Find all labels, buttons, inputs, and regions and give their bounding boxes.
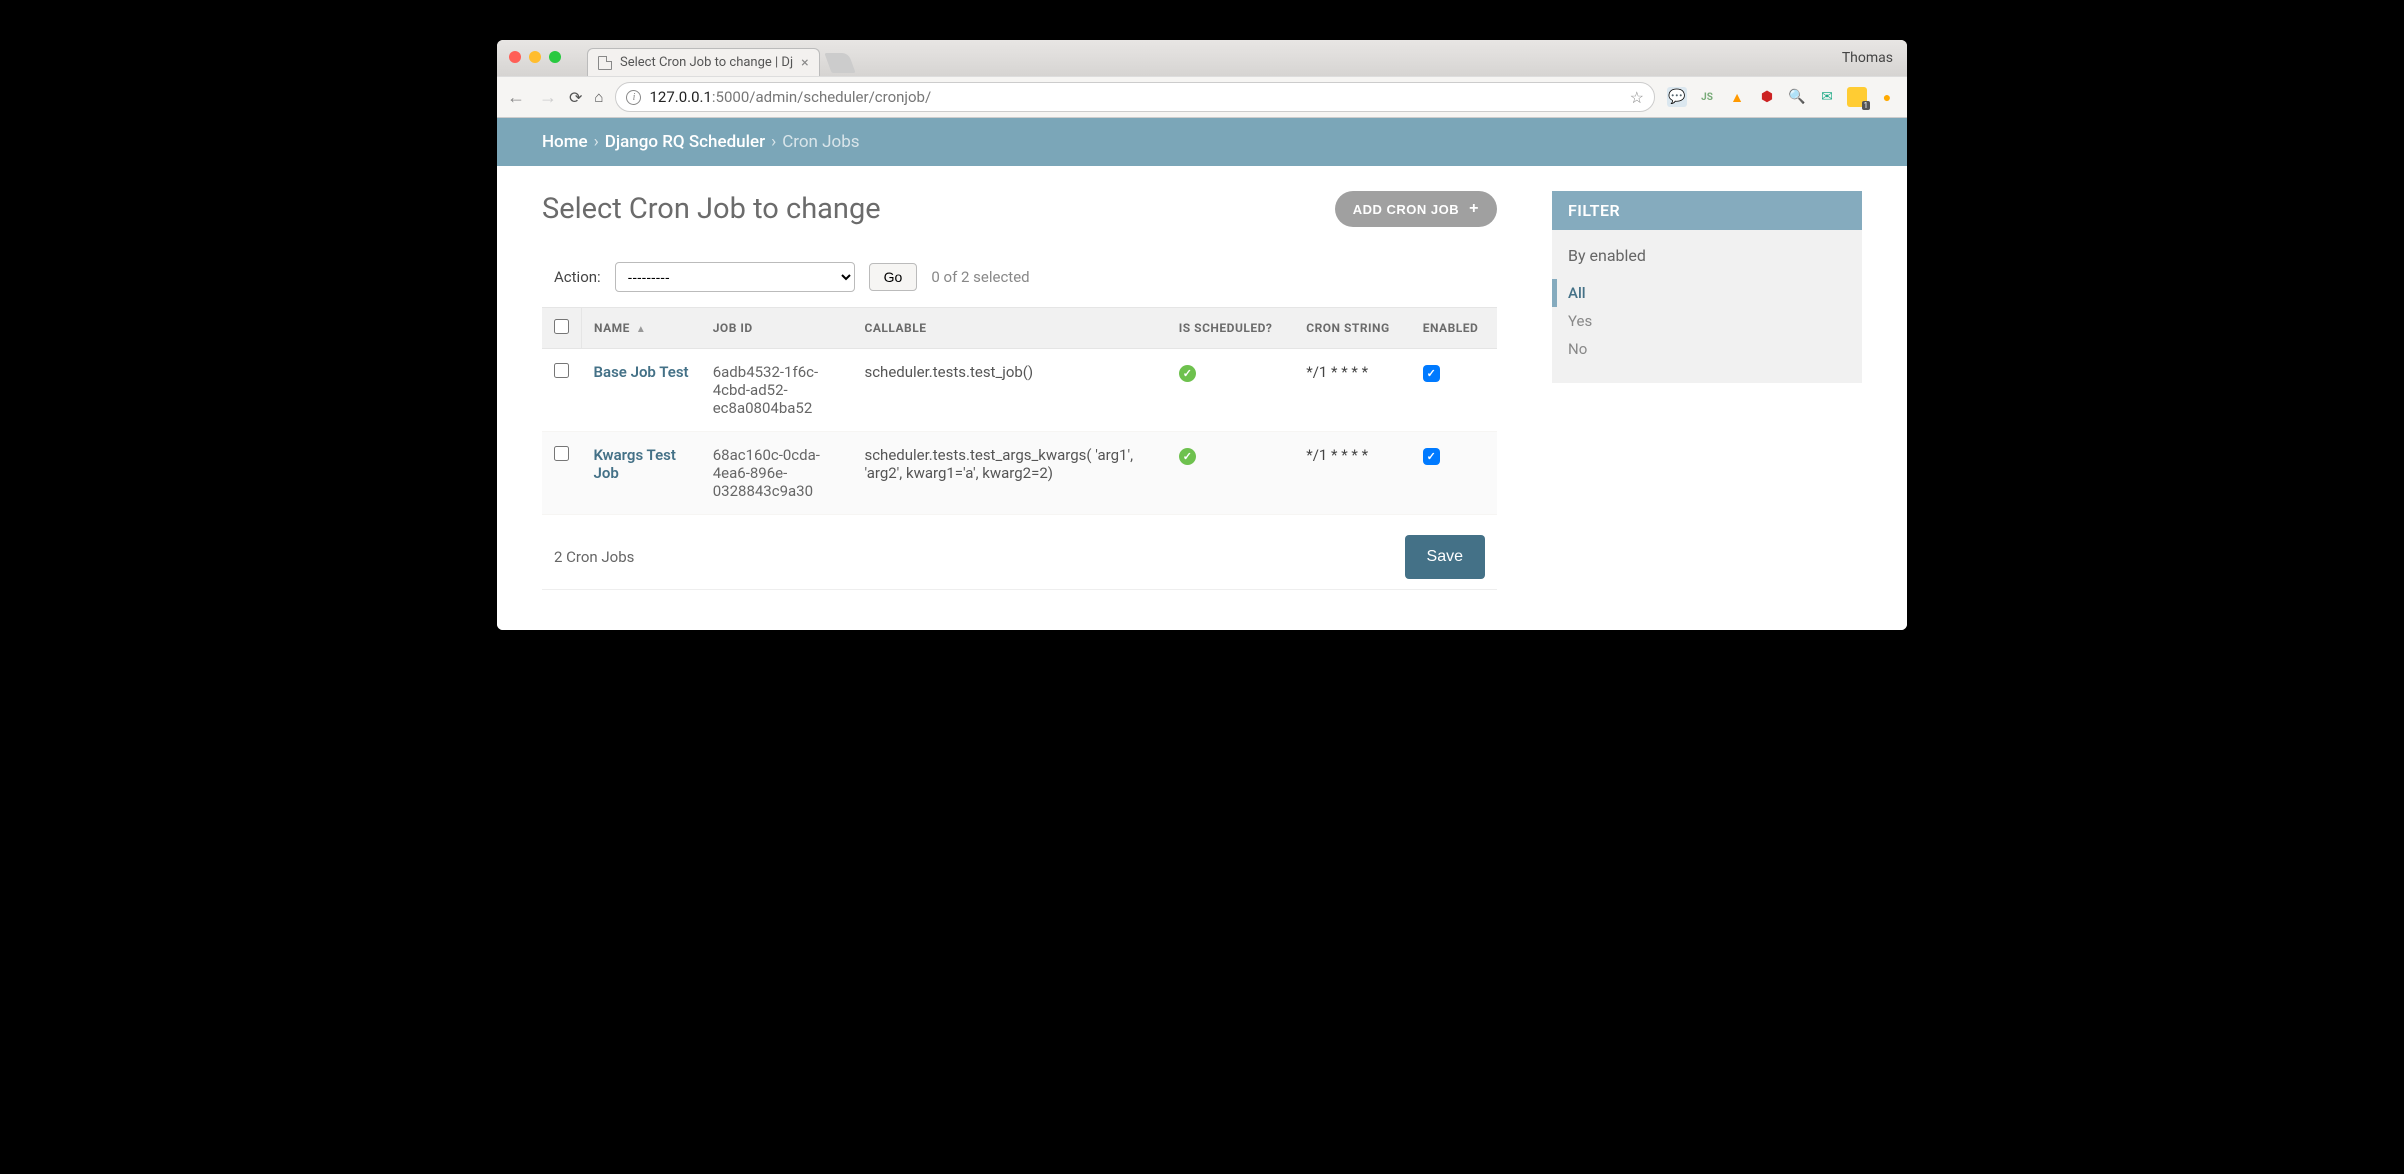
row-count: 2 Cron Jobs: [554, 548, 634, 566]
check-icon: ✓: [1179, 448, 1196, 465]
extension-icon[interactable]: ●: [1877, 87, 1897, 107]
bookmark-icon[interactable]: ☆: [1630, 88, 1644, 107]
table-header-row: NAME▲ JOB ID CALLABLE IS SCHEDULED? CRON…: [542, 308, 1497, 349]
row-cron: */1 * * * *: [1294, 432, 1410, 515]
table-row: Base Job Test6adb4532-1f6c-4cbd-ad52-ec8…: [542, 349, 1497, 432]
main-column: Select Cron Job to change ADD CRON JOB +…: [542, 191, 1497, 590]
window-controls: [509, 51, 561, 63]
header-checkbox-cell: [542, 308, 582, 349]
browser-tab[interactable]: Select Cron Job to change | Dj ×: [587, 48, 820, 76]
filter-body: By enabled AllYesNo: [1552, 230, 1862, 383]
close-icon[interactable]: [509, 51, 521, 63]
breadcrumb: Home › Django RQ Scheduler › Cron Jobs: [497, 118, 1907, 166]
browser-window: Select Cron Job to change | Dj × Thomas …: [497, 40, 1907, 630]
mail-icon[interactable]: ✉: [1817, 87, 1837, 107]
add-cron-job-button[interactable]: ADD CRON JOB +: [1335, 191, 1497, 227]
reload-button[interactable]: ⟳: [569, 88, 582, 107]
save-button[interactable]: Save: [1405, 535, 1485, 579]
sort-asc-icon: ▲: [636, 324, 646, 335]
breadcrumb-sep: ›: [771, 132, 776, 152]
forward-button: →: [539, 87, 557, 108]
site-info-icon[interactable]: i: [626, 90, 641, 105]
breadcrumb-sep: ›: [594, 132, 599, 152]
row-name-link[interactable]: Base Job Test: [582, 349, 701, 432]
content: Select Cron Job to change ADD CRON JOB +…: [497, 166, 1907, 630]
filter-sidebar: FILTER By enabled AllYesNo: [1552, 191, 1862, 383]
results-table: NAME▲ JOB ID CALLABLE IS SCHEDULED? CRON…: [542, 307, 1497, 515]
ublock-icon[interactable]: ⬢: [1757, 87, 1777, 107]
row-checkbox[interactable]: [554, 363, 569, 378]
url-host: 127.0.0.1: [649, 88, 711, 106]
plus-icon: +: [1469, 200, 1479, 218]
row-callable: scheduler.tests.test_args_kwargs( 'arg1'…: [852, 432, 1166, 515]
row-scheduled: ✓: [1167, 349, 1294, 432]
extension-icon[interactable]: JS: [1697, 87, 1717, 107]
action-label: Action:: [554, 268, 601, 286]
header-name[interactable]: NAME▲: [582, 308, 701, 349]
home-button[interactable]: ⌂: [594, 88, 603, 106]
page-content: Home › Django RQ Scheduler › Cron Jobs S…: [497, 118, 1907, 630]
add-button-label: ADD CRON JOB: [1353, 202, 1459, 217]
extension-icon[interactable]: 💬: [1667, 87, 1687, 107]
header-callable[interactable]: CALLABLE: [852, 308, 1166, 349]
row-enabled: ✓: [1411, 349, 1497, 432]
row-cron: */1 * * * *: [1294, 349, 1410, 432]
filter-heading: FILTER: [1552, 191, 1862, 230]
maximize-icon[interactable]: [549, 51, 561, 63]
header-job-id[interactable]: JOB ID: [701, 308, 853, 349]
filter-option[interactable]: All: [1552, 279, 1862, 307]
header-row: Select Cron Job to change ADD CRON JOB +: [542, 191, 1497, 227]
new-tab-button[interactable]: [824, 53, 855, 73]
check-icon: ✓: [1179, 365, 1196, 382]
row-enabled: ✓: [1411, 432, 1497, 515]
row-name-link[interactable]: Kwargs Test Job: [582, 432, 701, 515]
action-bar: Action: --------- Go 0 of 2 selected: [542, 262, 1497, 292]
browser-toolbar: ← → ⟳ ⌂ i 127.0.0.1:5000/admin/scheduler…: [497, 76, 1907, 118]
address-bar[interactable]: i 127.0.0.1:5000/admin/scheduler/cronjob…: [615, 82, 1655, 112]
row-checkbox[interactable]: [554, 446, 569, 461]
filter-by-label: By enabled: [1568, 246, 1862, 265]
row-callable: scheduler.tests.test_job(): [852, 349, 1166, 432]
filter-option[interactable]: No: [1568, 335, 1862, 363]
back-button[interactable]: ←: [507, 87, 525, 108]
breadcrumb-home[interactable]: Home: [542, 132, 588, 152]
header-enabled[interactable]: ENABLED: [1411, 308, 1497, 349]
url-port: :5000: [712, 88, 749, 106]
select-all-checkbox[interactable]: [554, 319, 569, 334]
breadcrumb-app[interactable]: Django RQ Scheduler: [605, 132, 765, 152]
header-scheduled[interactable]: IS SCHEDULED?: [1167, 308, 1294, 349]
table-row: Kwargs Test Job68ac160c-0cda-4ea6-896e-0…: [542, 432, 1497, 515]
extension-icon[interactable]: 🔍: [1787, 87, 1807, 107]
page-icon: [598, 56, 612, 70]
url-path: /admin/scheduler/cronjob/: [749, 88, 931, 106]
selection-count: 0 of 2 selected: [931, 268, 1029, 286]
go-button[interactable]: Go: [869, 263, 918, 291]
nav-arrows: ← →: [507, 87, 557, 108]
titlebar: Select Cron Job to change | Dj × Thomas: [497, 40, 1907, 76]
minimize-icon[interactable]: [529, 51, 541, 63]
row-job-id: 68ac160c-0cda-4ea6-896e-0328843c9a30: [701, 432, 853, 515]
header-cron[interactable]: CRON STRING: [1294, 308, 1410, 349]
breadcrumb-current: Cron Jobs: [782, 132, 859, 152]
rss-icon[interactable]: ▲: [1727, 87, 1747, 107]
tab-title: Select Cron Job to change | Dj: [620, 55, 793, 70]
row-scheduled: ✓: [1167, 432, 1294, 515]
action-select[interactable]: ---------: [615, 262, 855, 292]
tabstrip: Select Cron Job to change | Dj ×: [587, 40, 852, 76]
filter-option[interactable]: Yes: [1568, 307, 1862, 335]
url-text: 127.0.0.1:5000/admin/scheduler/cronjob/: [649, 88, 931, 106]
page-title: Select Cron Job to change: [542, 192, 881, 226]
table-footer: 2 Cron Jobs Save: [542, 515, 1497, 590]
filter-options: AllYesNo: [1568, 279, 1862, 363]
row-job-id: 6adb4532-1f6c-4cbd-ad52-ec8a0804ba52: [701, 349, 853, 432]
extension-icons: 💬 JS ▲ ⬢ 🔍 ✉ 1 ●: [1667, 87, 1897, 107]
checkbox-checked-icon[interactable]: ✓: [1423, 448, 1440, 465]
tab-close-icon[interactable]: ×: [801, 55, 808, 71]
profile-name[interactable]: Thomas: [1842, 50, 1893, 66]
checkbox-checked-icon[interactable]: ✓: [1423, 365, 1440, 382]
extension-icon[interactable]: 1: [1847, 87, 1867, 107]
